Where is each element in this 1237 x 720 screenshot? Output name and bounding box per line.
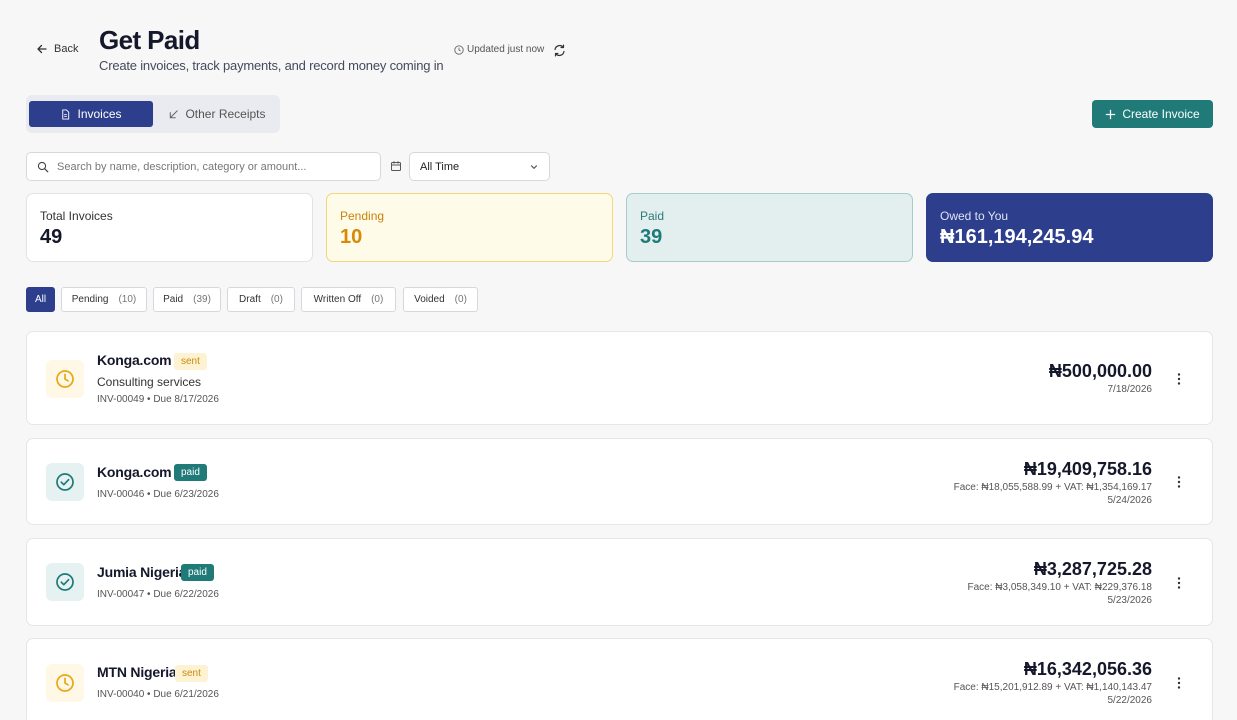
stat-total-label: Total Invoices bbox=[40, 209, 113, 223]
invoice-breakdown: Face: ₦3,058,349.10 + VAT: ₦229,376.18 bbox=[967, 582, 1152, 593]
calendar-icon bbox=[391, 161, 401, 171]
invoice-date: 5/22/2026 bbox=[1107, 695, 1153, 706]
updated-text: Updated just now bbox=[467, 44, 545, 55]
status-icon-wrap bbox=[46, 463, 84, 501]
tab-invoices[interactable]: Invoices bbox=[29, 101, 153, 127]
stat-owed-value: ₦161,194,245.94 bbox=[940, 226, 1094, 248]
status-icon-wrap bbox=[46, 360, 84, 398]
updated-status: Updated just now bbox=[454, 44, 544, 55]
chevron-down-icon bbox=[530, 164, 538, 169]
invoice-description: Consulting services bbox=[97, 375, 202, 389]
filter-draft-label: Draft bbox=[239, 294, 261, 305]
search-icon bbox=[37, 161, 49, 172]
clock-icon bbox=[56, 370, 74, 388]
more-options-icon[interactable] bbox=[1172, 372, 1186, 386]
invoice-breakdown: Face: ₦15,201,912.89 + VAT: ₦1,140,143.4… bbox=[953, 682, 1152, 693]
status-badge: paid bbox=[181, 564, 214, 581]
tab-invoices-label: Invoices bbox=[77, 107, 122, 121]
stat-pending-label: Pending bbox=[340, 209, 385, 223]
filter-written-off-count: (0) bbox=[371, 294, 384, 305]
more-options-icon[interactable] bbox=[1172, 576, 1186, 590]
back-button[interactable]: Back bbox=[36, 43, 78, 55]
search-input[interactable] bbox=[57, 160, 357, 173]
client-name: Konga.com bbox=[97, 464, 172, 480]
check-circle-icon bbox=[56, 473, 74, 491]
filter-all[interactable]: All bbox=[26, 287, 55, 312]
filter-voided-count: (0) bbox=[454, 294, 467, 305]
filter-draft-count: (0) bbox=[270, 294, 283, 305]
filter-pending-label: Pending bbox=[71, 294, 109, 305]
filter-draft[interactable]: Draft (0) bbox=[227, 287, 295, 312]
document-icon bbox=[62, 108, 70, 120]
filter-voided-label: Voided bbox=[414, 294, 445, 305]
date-range-value: All Time bbox=[420, 160, 460, 173]
page-subtitle: Create invoices, track payments, and rec… bbox=[99, 58, 444, 73]
more-options-icon[interactable] bbox=[1172, 475, 1186, 489]
plus-icon bbox=[1106, 109, 1116, 119]
invoice-row[interactable]: Konga.com sent Consulting services INV-0… bbox=[26, 331, 1213, 425]
filter-paid-label: Paid bbox=[163, 294, 184, 305]
create-invoice-label: Create Invoice bbox=[1122, 107, 1200, 121]
back-label: Back bbox=[54, 43, 79, 55]
filter-pending-count: (10) bbox=[118, 294, 137, 305]
invoice-amount: ₦3,287,725.28 bbox=[1033, 559, 1152, 579]
clock-icon bbox=[56, 674, 74, 692]
filter-voided[interactable]: Voided (0) bbox=[403, 287, 478, 312]
status-icon-wrap bbox=[46, 563, 84, 601]
stat-total-value: 49 bbox=[40, 226, 63, 248]
client-name: Jumia Nigeria bbox=[97, 564, 187, 580]
invoice-amount: ₦19,409,758.16 bbox=[1023, 459, 1152, 479]
invoice-meta: INV-00046 • Due 6/23/2026 bbox=[97, 489, 219, 500]
stat-pending-value: 10 bbox=[340, 226, 363, 248]
filter-paid[interactable]: Paid (39) bbox=[153, 287, 221, 312]
arrow-left-icon bbox=[37, 44, 47, 54]
filter-paid-count: (39) bbox=[193, 294, 211, 305]
invoice-date: 5/23/2026 bbox=[1107, 595, 1153, 606]
filter-written-off[interactable]: Written Off (0) bbox=[301, 287, 396, 312]
more-options-icon[interactable] bbox=[1172, 676, 1186, 690]
stat-owed-label: Owed to You bbox=[940, 209, 1009, 223]
search-box bbox=[26, 152, 381, 181]
stat-card-total: Total Invoices 49 bbox=[26, 193, 313, 262]
invoice-meta: INV-00047 • Due 6/22/2026 bbox=[97, 589, 219, 600]
status-badge: sent bbox=[174, 353, 207, 370]
invoice-row[interactable]: MTN Nigeria sent INV-00040 • Due 6/21/20… bbox=[26, 638, 1213, 720]
arrow-down-left-icon bbox=[170, 109, 179, 118]
client-name: MTN Nigeria bbox=[97, 664, 177, 680]
filter-pending[interactable]: Pending (10) bbox=[61, 287, 147, 312]
status-icon-wrap bbox=[46, 664, 84, 702]
status-badge: paid bbox=[174, 464, 207, 481]
invoice-date: 7/18/2026 bbox=[1107, 384, 1153, 395]
filter-written-off-label: Written Off bbox=[313, 294, 362, 305]
stat-card-owed: Owed to You ₦161,194,245.94 bbox=[926, 193, 1213, 262]
invoice-meta: INV-00049 • Due 8/17/2026 bbox=[97, 394, 219, 405]
invoice-date: 5/24/2026 bbox=[1107, 495, 1153, 506]
invoice-amount: ₦16,342,056.36 bbox=[1023, 659, 1152, 679]
stat-paid-value: 39 bbox=[640, 226, 663, 248]
stat-paid-label: Paid bbox=[640, 209, 665, 223]
page-title: Get Paid bbox=[99, 25, 200, 55]
client-name: Konga.com bbox=[97, 352, 172, 368]
refresh-icon[interactable] bbox=[553, 44, 566, 57]
check-circle-icon bbox=[56, 573, 74, 591]
date-range-select[interactable]: All Time bbox=[409, 152, 550, 181]
create-invoice-button[interactable]: Create Invoice bbox=[1092, 100, 1213, 128]
invoice-breakdown: Face: ₦18,055,588.99 + VAT: ₦1,354,169.1… bbox=[953, 482, 1152, 493]
invoice-row[interactable]: Konga.com paid INV-00046 • Due 6/23/2026… bbox=[26, 438, 1213, 525]
tab-bar: Invoices Other Receipts bbox=[26, 95, 280, 133]
tab-other-label: Other Receipts bbox=[185, 107, 266, 121]
tab-other-receipts[interactable]: Other Receipts bbox=[157, 101, 277, 127]
filter-all-label: All bbox=[34, 294, 47, 305]
invoice-meta: INV-00040 • Due 6/21/2026 bbox=[97, 689, 219, 700]
invoice-amount: ₦500,000.00 bbox=[1048, 361, 1152, 381]
clock-small-icon bbox=[454, 44, 464, 55]
status-badge: sent bbox=[175, 665, 208, 682]
stat-card-paid: Paid 39 bbox=[626, 193, 913, 262]
invoice-row[interactable]: Jumia Nigeria paid INV-00047 • Due 6/22/… bbox=[26, 538, 1213, 626]
stat-card-pending: Pending 10 bbox=[326, 193, 613, 262]
